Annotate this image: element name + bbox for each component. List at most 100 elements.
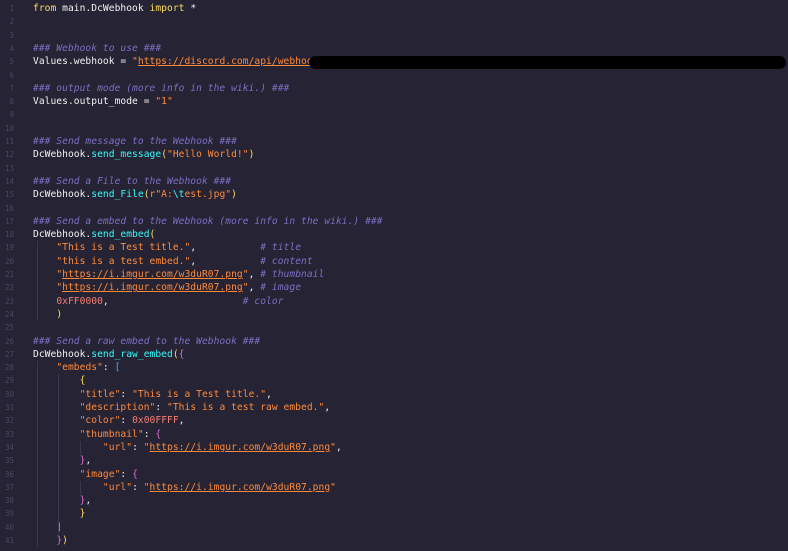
code-line[interactable]: 12 DcWebhook.send_message("Hello World!") xyxy=(0,148,788,161)
code-line[interactable]: 2 xyxy=(0,15,788,28)
code-line[interactable]: 33 "thumbnail": { xyxy=(0,428,788,441)
code-line[interactable]: 17 ### Send a embed to the Webhook (more … xyxy=(0,215,788,228)
code-line[interactable]: 31 "description": "This is a test raw em… xyxy=(0,401,788,414)
code-line[interactable]: 25 xyxy=(0,321,788,334)
code-line[interactable]: 3 xyxy=(0,29,788,42)
code-line[interactable]: 28 "embeds": [ xyxy=(0,361,788,374)
line-number: 26 xyxy=(4,336,14,346)
code-line[interactable]: 18 DcWebhook.send_embed( xyxy=(0,228,788,241)
code-token: DcWebhook. xyxy=(33,229,92,241)
code-token: https://discord.com/api/webhooks/ xyxy=(137,56,331,68)
code-token: : xyxy=(155,402,168,413)
code-token: , xyxy=(85,455,92,467)
code-token: "thumbnail" xyxy=(79,428,144,440)
line-number: 23 xyxy=(4,296,14,306)
code-text: ### Webhook to use ### xyxy=(33,42,161,55)
line-number: 28 xyxy=(4,363,14,373)
line-number: 9 xyxy=(9,110,14,120)
code-line[interactable]: 38 }, xyxy=(0,494,788,507)
redacted-webhook-token xyxy=(309,56,786,69)
code-token: ) xyxy=(62,535,68,546)
code-line[interactable]: 11 ### Send message to the Webhook ### xyxy=(0,135,788,148)
code-text: "url": "https://i.imgur.com/w3duR07.png" xyxy=(33,481,336,494)
code-line[interactable]: 20 "this is a test embed.", # content xyxy=(0,255,788,268)
line-number: 38 xyxy=(4,496,14,506)
code-line[interactable]: 13 xyxy=(0,162,788,175)
code-line[interactable]: 6 xyxy=(0,69,788,82)
code-token: 0xFF0000 xyxy=(56,295,103,307)
code-line[interactable]: 21 "https://i.imgur.com/w3duR07.png", # … xyxy=(0,268,788,281)
indent-guide xyxy=(58,374,59,534)
line-number: 18 xyxy=(4,230,14,240)
code-token: send_File xyxy=(91,189,144,201)
code-line[interactable]: 8 Values.output_mode = "1" xyxy=(0,95,788,108)
code-line[interactable]: 37 "url": "https://i.imgur.com/w3duR07.p… xyxy=(0,481,788,494)
code-line[interactable]: 29 { xyxy=(0,374,788,387)
code-text: "image": { xyxy=(33,468,138,481)
code-line[interactable]: 40 ] xyxy=(0,521,788,534)
code-token: DcWebhook. xyxy=(33,149,92,161)
code-line[interactable]: 1 from main.DcWebhook import * xyxy=(0,2,788,15)
code-token: # color xyxy=(242,295,284,307)
code-token: "url" xyxy=(102,441,133,453)
line-number: 32 xyxy=(4,416,14,426)
code-line[interactable]: 10 xyxy=(0,122,788,135)
code-token: https://i.imgur.com/w3duR07.png xyxy=(62,282,243,294)
code-text: } xyxy=(33,507,86,520)
code-token: " xyxy=(330,481,336,493)
code-token: ) xyxy=(231,189,237,201)
code-token: : xyxy=(120,468,133,480)
code-line[interactable]: 39 } xyxy=(0,507,788,520)
code-line[interactable]: 23 0xFF0000, # color xyxy=(0,295,788,308)
code-line[interactable]: 16 xyxy=(0,202,788,215)
code-line[interactable]: 9 xyxy=(0,108,788,121)
code-line[interactable]: 32 "color": 0x00FFFF, xyxy=(0,414,788,427)
code-token: from xyxy=(33,3,57,14)
code-line[interactable]: 7 ### output mode (more info in the wiki.… xyxy=(0,82,788,95)
code-line[interactable]: 26 ### Send a raw embed to the Webhook ##… xyxy=(0,335,788,348)
line-number: 11 xyxy=(4,137,14,146)
code-text: "description": "This is a test raw embed… xyxy=(33,401,330,414)
code-token: DcWebhook. xyxy=(33,348,92,360)
code-token: ) xyxy=(56,308,63,320)
code-token: 0x00FFFF xyxy=(132,415,179,427)
code-line[interactable]: 27 DcWebhook.send_raw_embed({ xyxy=(0,348,788,361)
code-token: , xyxy=(335,441,342,453)
line-number: 1 xyxy=(9,4,14,13)
code-text: { xyxy=(33,374,86,387)
code-token: : xyxy=(120,415,133,427)
line-number: 4 xyxy=(9,43,14,53)
code-token: DcWebhook. xyxy=(33,189,92,201)
code-line[interactable]: 34 "url": "https://i.imgur.com/w3duR07.p… xyxy=(0,441,788,454)
line-number: 10 xyxy=(4,123,14,133)
code-token: "title" xyxy=(79,388,121,400)
code-text: ### output mode (more info in the wiki.)… xyxy=(33,82,289,95)
code-line[interactable]: 4 ### Webhook to use ### xyxy=(0,42,788,55)
code-text: DcWebhook.send_raw_embed({ xyxy=(33,348,185,361)
code-editor[interactable]: 1 from main.DcWebhook import * 2 3 4 ### Webh… xyxy=(0,0,788,551)
code-token: , xyxy=(102,295,243,307)
code-line[interactable]: 22 "https://i.imgur.com/w3duR07.png", # … xyxy=(0,281,788,294)
code-line[interactable]: 19 "This is a Test title.", # title xyxy=(0,241,788,254)
code-text: "This is a Test title.", # title xyxy=(33,241,301,254)
code-line[interactable]: 36 "image": { xyxy=(0,468,788,481)
code-line[interactable]: 35 }, xyxy=(0,454,788,467)
code-line[interactable]: 30 "title": "This is a Test title.", xyxy=(0,388,788,401)
code-token: } xyxy=(79,508,86,520)
code-line[interactable]: 15 DcWebhook.send_File(r"A:\test.jpg") xyxy=(0,188,788,201)
code-token: "description" xyxy=(79,402,156,413)
code-line[interactable]: 41 }) xyxy=(0,534,788,547)
code-token: send_embed xyxy=(91,229,150,241)
code-line[interactable]: 14 ### Send a File to the Webhook ### xyxy=(0,175,788,188)
code-token: , xyxy=(248,282,261,294)
line-number: 36 xyxy=(4,469,14,479)
code-line[interactable]: 24 ) xyxy=(0,308,788,321)
line-number: 29 xyxy=(4,376,14,386)
code-token: : xyxy=(120,388,133,400)
